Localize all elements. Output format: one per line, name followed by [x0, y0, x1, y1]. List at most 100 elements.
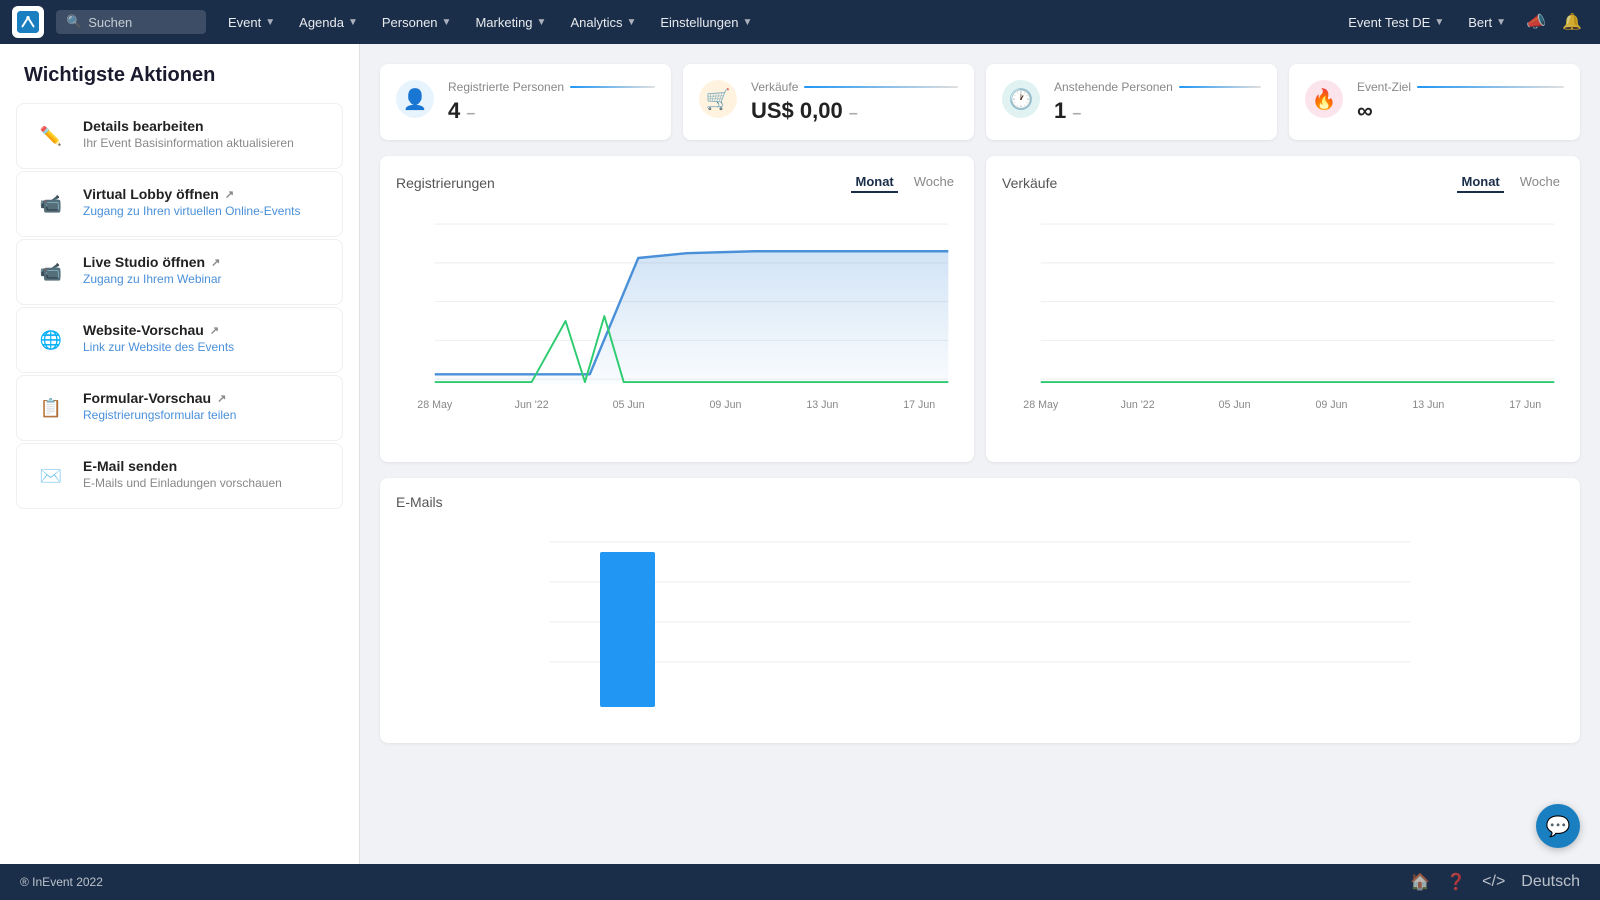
svg-text:17 Jun: 17 Jun	[1509, 399, 1541, 411]
email-chart-card: E-Mails	[380, 478, 1580, 743]
sidebar: Wichtigste Aktionen ✏️ Details bearbeite…	[0, 44, 360, 864]
stat-card-pending-value: 1 –	[1054, 98, 1261, 124]
registrations-chart-tabs: Monat Woche	[851, 172, 958, 193]
app-logo[interactable]	[12, 6, 44, 38]
event-selector[interactable]: Event Test DE ▼	[1338, 0, 1454, 44]
language-selector[interactable]: Deutsch	[1521, 873, 1580, 891]
content-area: Wichtigste Aktionen ✏️ Details bearbeite…	[0, 44, 1600, 864]
external-link-icon: ↗	[217, 392, 226, 405]
footer: ® InEvent 2022 🏠 ❓ </> Deutsch	[0, 864, 1600, 900]
sidebar-item-lobby-label: Virtual Lobby öffnen ↗	[83, 186, 300, 202]
search-placeholder: Suchen	[88, 15, 132, 30]
user-menu[interactable]: Bert ▼	[1458, 0, 1516, 44]
sidebar-item-email[interactable]: ✉️ E-Mail senden E-Mails und Einladungen…	[16, 443, 343, 509]
stat-card-sales-label: Verkäufe	[751, 80, 958, 94]
sidebar-item-form-text: Formular-Vorschau ↗ Registrierungsformul…	[83, 390, 236, 422]
svg-text:13 Jun: 13 Jun	[1412, 399, 1444, 411]
sidebar-item-email-text: E-Mail senden E-Mails und Einladungen vo…	[83, 458, 282, 490]
nav-item-personen[interactable]: Personen ▼	[372, 0, 462, 44]
sidebar-title: Wichtigste Aktionen	[0, 64, 359, 103]
sidebar-item-email-label: E-Mail senden	[83, 458, 282, 474]
external-link-icon: ↗	[210, 324, 219, 337]
stat-card-registered-value: 4 –	[448, 98, 655, 124]
sidebar-item-details[interactable]: ✏️ Details bearbeiten Ihr Event Basisinf…	[16, 103, 343, 169]
registrations-tab-week[interactable]: Woche	[910, 172, 958, 193]
stat-card-sales-content: Verkäufe US$ 0,00 –	[751, 80, 958, 124]
sales-chart-tabs: Monat Woche	[1457, 172, 1564, 193]
chevron-down-icon: ▼	[537, 17, 547, 28]
sidebar-item-form[interactable]: 📋 Formular-Vorschau ↗ Registrierungsform…	[16, 375, 343, 441]
registrations-chart-card: Registrierungen Monat Woche	[380, 156, 974, 462]
nav-item-agenda[interactable]: Agenda ▼	[289, 0, 368, 44]
bell-icon[interactable]: 🔔	[1556, 6, 1588, 38]
sales-chart-card: Verkäufe Monat Woche	[986, 156, 1580, 462]
chevron-down-icon: ▼	[348, 17, 358, 28]
live-icon: 📹	[33, 254, 69, 290]
registered-icon: 👤	[396, 80, 434, 118]
sales-chart-header: Verkäufe Monat Woche	[1002, 172, 1564, 193]
stat-card-goal: 🔥 Event-Ziel ∞	[1289, 64, 1580, 140]
stat-card-registered: 👤 Registrierte Personen 4 –	[380, 64, 671, 140]
nav-item-analytics[interactable]: Analytics ▼	[560, 0, 646, 44]
globe-icon: 🌐	[33, 322, 69, 358]
chevron-down-icon: ▼	[742, 17, 752, 28]
nav-item-einstellungen[interactable]: Einstellungen ▼	[650, 0, 762, 44]
external-link-icon: ↗	[225, 188, 234, 201]
sales-chart-title: Verkäufe	[1002, 175, 1057, 191]
sidebar-item-lobby-subtitle: Zugang zu Ihren virtuellen Online-Events	[83, 204, 300, 218]
sidebar-item-website-subtitle: Link zur Website des Events	[83, 340, 234, 354]
svg-text:13 Jun: 13 Jun	[806, 399, 838, 411]
main-content: 👤 Registrierte Personen 4 – 🛒 Verkäufe U…	[360, 44, 1600, 864]
pending-icon: 🕐	[1002, 80, 1040, 118]
sales-icon: 🛒	[699, 80, 737, 118]
svg-text:Jun '22: Jun '22	[1121, 399, 1155, 411]
megaphone-icon[interactable]: 📣	[1520, 6, 1552, 38]
stat-card-goal-label: Event-Ziel	[1357, 80, 1564, 94]
chevron-down-icon: ▼	[626, 17, 636, 28]
search-icon: 🔍	[66, 14, 82, 30]
mail-icon: ✉️	[33, 458, 69, 494]
stat-card-pending: 🕐 Anstehende Personen 1 –	[986, 64, 1277, 140]
svg-text:28 May: 28 May	[1023, 399, 1059, 411]
edit-icon: ✏️	[33, 118, 69, 154]
sales-tab-week[interactable]: Woche	[1516, 172, 1564, 193]
email-chart-title: E-Mails	[396, 494, 1564, 510]
sidebar-item-website-text: Website-Vorschau ↗ Link zur Website des …	[83, 322, 234, 354]
stat-card-pending-content: Anstehende Personen 1 –	[1054, 80, 1261, 124]
sidebar-item-studio-text: Live Studio öffnen ↗ Zugang zu Ihrem Web…	[83, 254, 222, 286]
sales-tab-month[interactable]: Monat	[1457, 172, 1503, 193]
svg-text:09 Jun: 09 Jun	[709, 399, 741, 411]
footer-copyright: ® InEvent 2022	[20, 875, 103, 889]
video-icon: 📹	[33, 186, 69, 222]
help-icon[interactable]: ❓	[1446, 872, 1466, 892]
sidebar-item-lobby[interactable]: 📹 Virtual Lobby öffnen ↗ Zugang zu Ihren…	[16, 171, 343, 237]
stat-card-registered-content: Registrierte Personen 4 –	[448, 80, 655, 124]
svg-text:05 Jun: 05 Jun	[1219, 399, 1251, 411]
footer-icons: 🏠 ❓ </> Deutsch	[1410, 872, 1580, 892]
chevron-down-icon: ▼	[1434, 17, 1444, 28]
chevron-down-icon: ▼	[265, 17, 275, 28]
nav-item-event[interactable]: Event ▼	[218, 0, 285, 44]
stat-card-sales-value: US$ 0,00 –	[751, 98, 958, 124]
chat-button[interactable]: 💬	[1536, 804, 1580, 848]
navbar: 🔍 Suchen Event ▼ Agenda ▼ Personen ▼ Mar…	[0, 0, 1600, 44]
svg-text:17 Jun: 17 Jun	[903, 399, 935, 411]
home-icon[interactable]: 🏠	[1410, 872, 1430, 892]
sidebar-item-details-subtitle: Ihr Event Basisinformation aktualisieren	[83, 136, 294, 150]
sidebar-item-studio[interactable]: 📹 Live Studio öffnen ↗ Zugang zu Ihrem W…	[16, 239, 343, 305]
nav-item-marketing[interactable]: Marketing ▼	[465, 0, 556, 44]
sidebar-item-website[interactable]: 🌐 Website-Vorschau ↗ Link zur Website de…	[16, 307, 343, 373]
sidebar-item-website-label: Website-Vorschau ↗	[83, 322, 234, 338]
sidebar-item-studio-label: Live Studio öffnen ↗	[83, 254, 222, 270]
sales-chart-svg-wrap: 28 May Jun '22 05 Jun 09 Jun 13 Jun 17 J…	[1002, 201, 1564, 446]
code-icon[interactable]: </>	[1482, 873, 1505, 891]
stat-card-registered-label: Registrierte Personen	[448, 80, 655, 94]
sidebar-item-studio-subtitle: Zugang zu Ihrem Webinar	[83, 272, 222, 286]
sidebar-item-details-text: Details bearbeiten Ihr Event Basisinform…	[83, 118, 294, 150]
navbar-right: Event Test DE ▼ Bert ▼ 📣 🔔	[1338, 0, 1588, 44]
sidebar-item-details-label: Details bearbeiten	[83, 118, 294, 134]
registrations-tab-month[interactable]: Monat	[851, 172, 897, 193]
search-box[interactable]: 🔍 Suchen	[56, 10, 206, 34]
stat-card-goal-value: ∞	[1357, 98, 1564, 124]
chevron-down-icon: ▼	[442, 17, 452, 28]
